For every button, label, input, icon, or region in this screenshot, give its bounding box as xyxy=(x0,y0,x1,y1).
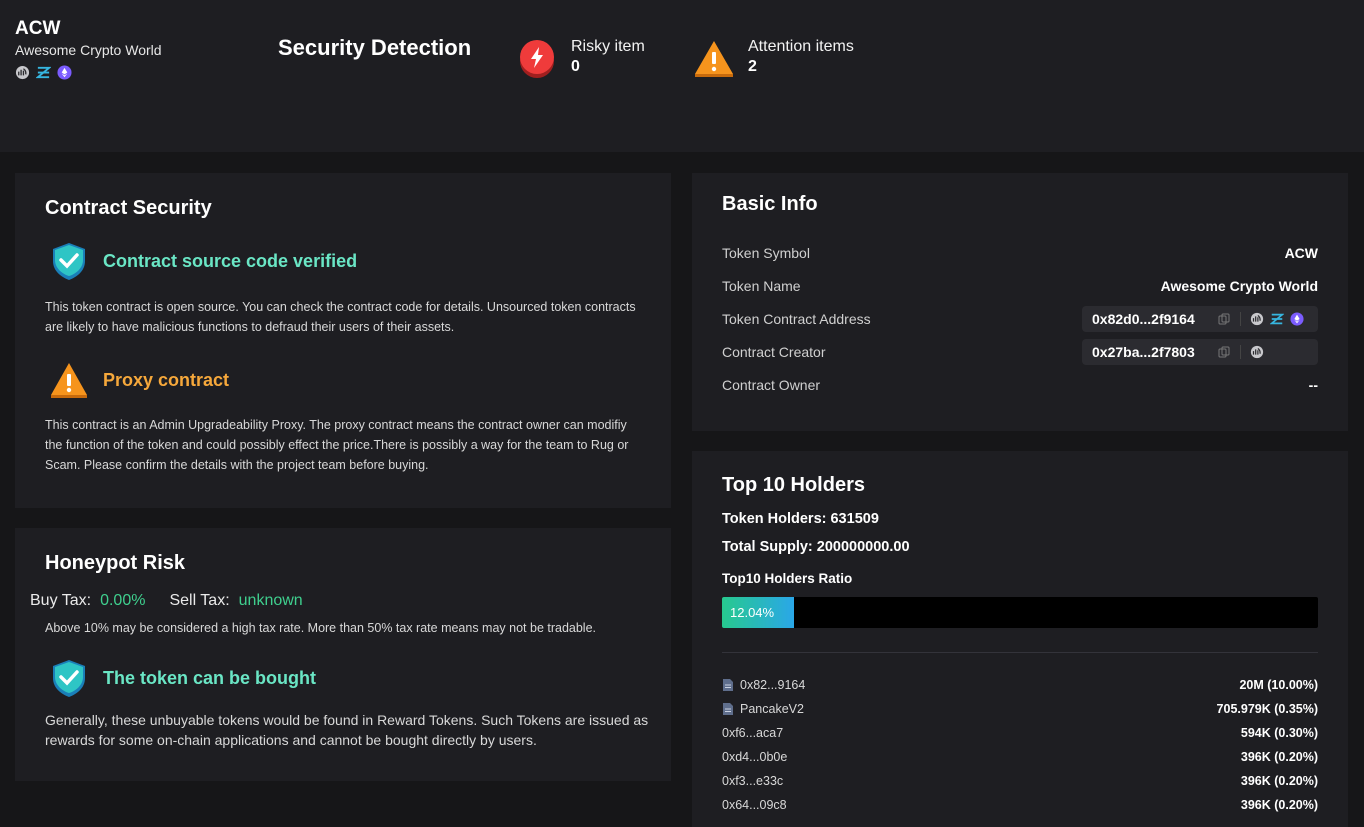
can-be-bought-status: The token can be bought xyxy=(49,658,316,698)
holder-row[interactable]: 0xf6...aca7 594K (0.30%) xyxy=(722,723,1318,743)
holder-address[interactable]: 0x64...09c8 xyxy=(722,798,787,812)
contract-address-value[interactable]: 0x82d0...2f9164 xyxy=(1092,311,1210,327)
basic-info-card: Basic Info Token Symbol ACW Token Name A… xyxy=(692,173,1348,431)
holder-row[interactable]: 0xf3...e33c 396K (0.20%) xyxy=(722,771,1318,791)
holder-amount: 20M (10.00%) xyxy=(1239,678,1318,692)
holder-amount: 396K (0.20%) xyxy=(1240,774,1318,788)
verified-description: This token contract is open source. You … xyxy=(45,300,636,334)
hecoinfo-icon[interactable] xyxy=(36,65,51,80)
sell-tax-value: unknown xyxy=(238,592,303,609)
hecoinfo-icon[interactable] xyxy=(1270,312,1284,326)
verified-status: Contract source code verified xyxy=(49,241,357,281)
contract-creator-chip: 0x27ba...2f7803 xyxy=(1082,339,1318,365)
risk-lightning-icon xyxy=(520,40,554,78)
proxy-status-title: Proxy contract xyxy=(103,369,230,390)
proxy-description: This contract is an Admin Upgradeability… xyxy=(45,418,629,472)
contract-doc-icon xyxy=(723,703,733,715)
holder-amount: 705.979K (0.35%) xyxy=(1216,702,1318,716)
holder-address[interactable]: 0xf3...e33c xyxy=(722,774,783,788)
shield-check-icon xyxy=(53,660,85,697)
top10-ratio-fill: 12.04% xyxy=(722,597,794,628)
contract-owner-label: Contract Owner xyxy=(722,377,821,393)
token-name-row: Token Name Awesome Crypto World xyxy=(722,273,1318,299)
honeypot-risk-title: Honeypot Risk xyxy=(45,552,186,574)
chip-divider xyxy=(1240,345,1241,359)
contract-address-label: Token Contract Address xyxy=(722,311,871,327)
holder-address[interactable]: PancakeV2 xyxy=(740,702,804,716)
contract-owner-row: Contract Owner -- xyxy=(722,372,1318,398)
tax-note: Above 10% may be considered a high tax r… xyxy=(45,621,597,635)
token-symbol-value: ACW xyxy=(1284,245,1318,261)
chain-icons xyxy=(15,65,72,80)
risky-item-count: 0 xyxy=(571,58,580,75)
holder-address[interactable]: 0xf6...aca7 xyxy=(722,726,783,740)
shield-check-icon xyxy=(53,243,85,280)
holder-address[interactable]: 0x82...9164 xyxy=(740,678,805,692)
holder-address[interactable]: 0xd4...0b0e xyxy=(722,750,787,764)
token-header: ACW Awesome Crypto World Security Detect… xyxy=(0,0,1364,152)
contract-address-row: Token Contract Address 0x82d0...2f9164 xyxy=(722,306,1318,332)
buy-tax-label: Buy Tax: xyxy=(30,592,92,609)
bscscan-icon[interactable] xyxy=(15,65,30,80)
token-holders-count: Token Holders: 631509 xyxy=(722,511,879,527)
token-symbol-label: Token Symbol xyxy=(722,245,810,261)
holder-row[interactable]: 0x64...09c8 396K (0.20%) xyxy=(722,795,1318,815)
token-name-label: Token Name xyxy=(722,278,801,294)
sell-tax-label: Sell Tax: xyxy=(169,592,230,609)
proxy-status: Proxy contract xyxy=(49,360,229,400)
token-name-value: Awesome Crypto World xyxy=(1160,278,1318,294)
bscscan-icon[interactable] xyxy=(1250,312,1264,326)
holder-amount: 396K (0.20%) xyxy=(1240,798,1318,812)
top10-ratio-label: Top10 Holders Ratio xyxy=(722,571,853,586)
can-be-bought-description: Generally, these unbuyable tokens would … xyxy=(45,712,649,748)
copy-icon[interactable] xyxy=(1218,346,1230,358)
contract-owner-value: -- xyxy=(1308,377,1318,393)
holders-divider xyxy=(722,652,1318,653)
holder-row[interactable]: 0xd4...0b0e 396K (0.20%) xyxy=(722,747,1318,767)
token-name: Awesome Crypto World xyxy=(15,42,162,58)
top-holders-title: Top 10 Holders xyxy=(722,474,865,496)
ethereum-purple-icon[interactable] xyxy=(1290,312,1304,326)
bscscan-icon[interactable] xyxy=(1250,345,1264,359)
contract-security-title: Contract Security xyxy=(45,197,212,219)
total-supply: Total Supply: 200000000.00 xyxy=(722,539,910,555)
verified-status-title: Contract source code verified xyxy=(103,250,358,271)
contract-address-chip: 0x82d0...2f9164 xyxy=(1082,306,1318,332)
attention-items-count: 2 xyxy=(748,58,757,75)
holder-amount: 594K (0.30%) xyxy=(1240,726,1318,740)
tax-row: Buy Tax: 0.00% Sell Tax: unknown xyxy=(30,592,303,610)
attention-items-label: Attention items xyxy=(748,38,854,55)
chip-divider xyxy=(1240,312,1241,326)
token-symbol-row: Token Symbol ACW xyxy=(722,240,1318,266)
copy-icon[interactable] xyxy=(1218,313,1230,325)
attention-items-stat: Attention items 2 xyxy=(693,37,854,79)
contract-creator-row: Contract Creator 0x27ba...2f7803 xyxy=(722,339,1318,365)
top10-ratio-bar: 12.04% xyxy=(722,597,1318,628)
ethereum-purple-icon[interactable] xyxy=(57,65,72,80)
can-be-bought-title: The token can be bought xyxy=(103,667,317,688)
buy-tax-value: 0.00% xyxy=(100,592,146,609)
warning-triangle-icon xyxy=(51,363,87,398)
page-title: Security Detection xyxy=(278,35,472,60)
basic-info-title: Basic Info xyxy=(722,193,818,215)
holder-row[interactable]: 0x82...9164 20M (10.00%) xyxy=(722,675,1318,695)
contract-creator-label: Contract Creator xyxy=(722,344,826,360)
contract-creator-value[interactable]: 0x27ba...2f7803 xyxy=(1092,344,1210,360)
contract-security-card: Contract Security Contract source code v… xyxy=(15,173,671,508)
risky-item-label: Risky item xyxy=(571,38,645,55)
holder-amount: 396K (0.20%) xyxy=(1240,750,1318,764)
warning-triangle-icon xyxy=(695,41,733,77)
risky-item-stat: Risky item 0 xyxy=(516,37,645,79)
token-symbol: ACW xyxy=(15,18,61,39)
holder-row[interactable]: PancakeV2 705.979K (0.35%) xyxy=(722,699,1318,719)
contract-doc-icon xyxy=(723,679,733,691)
